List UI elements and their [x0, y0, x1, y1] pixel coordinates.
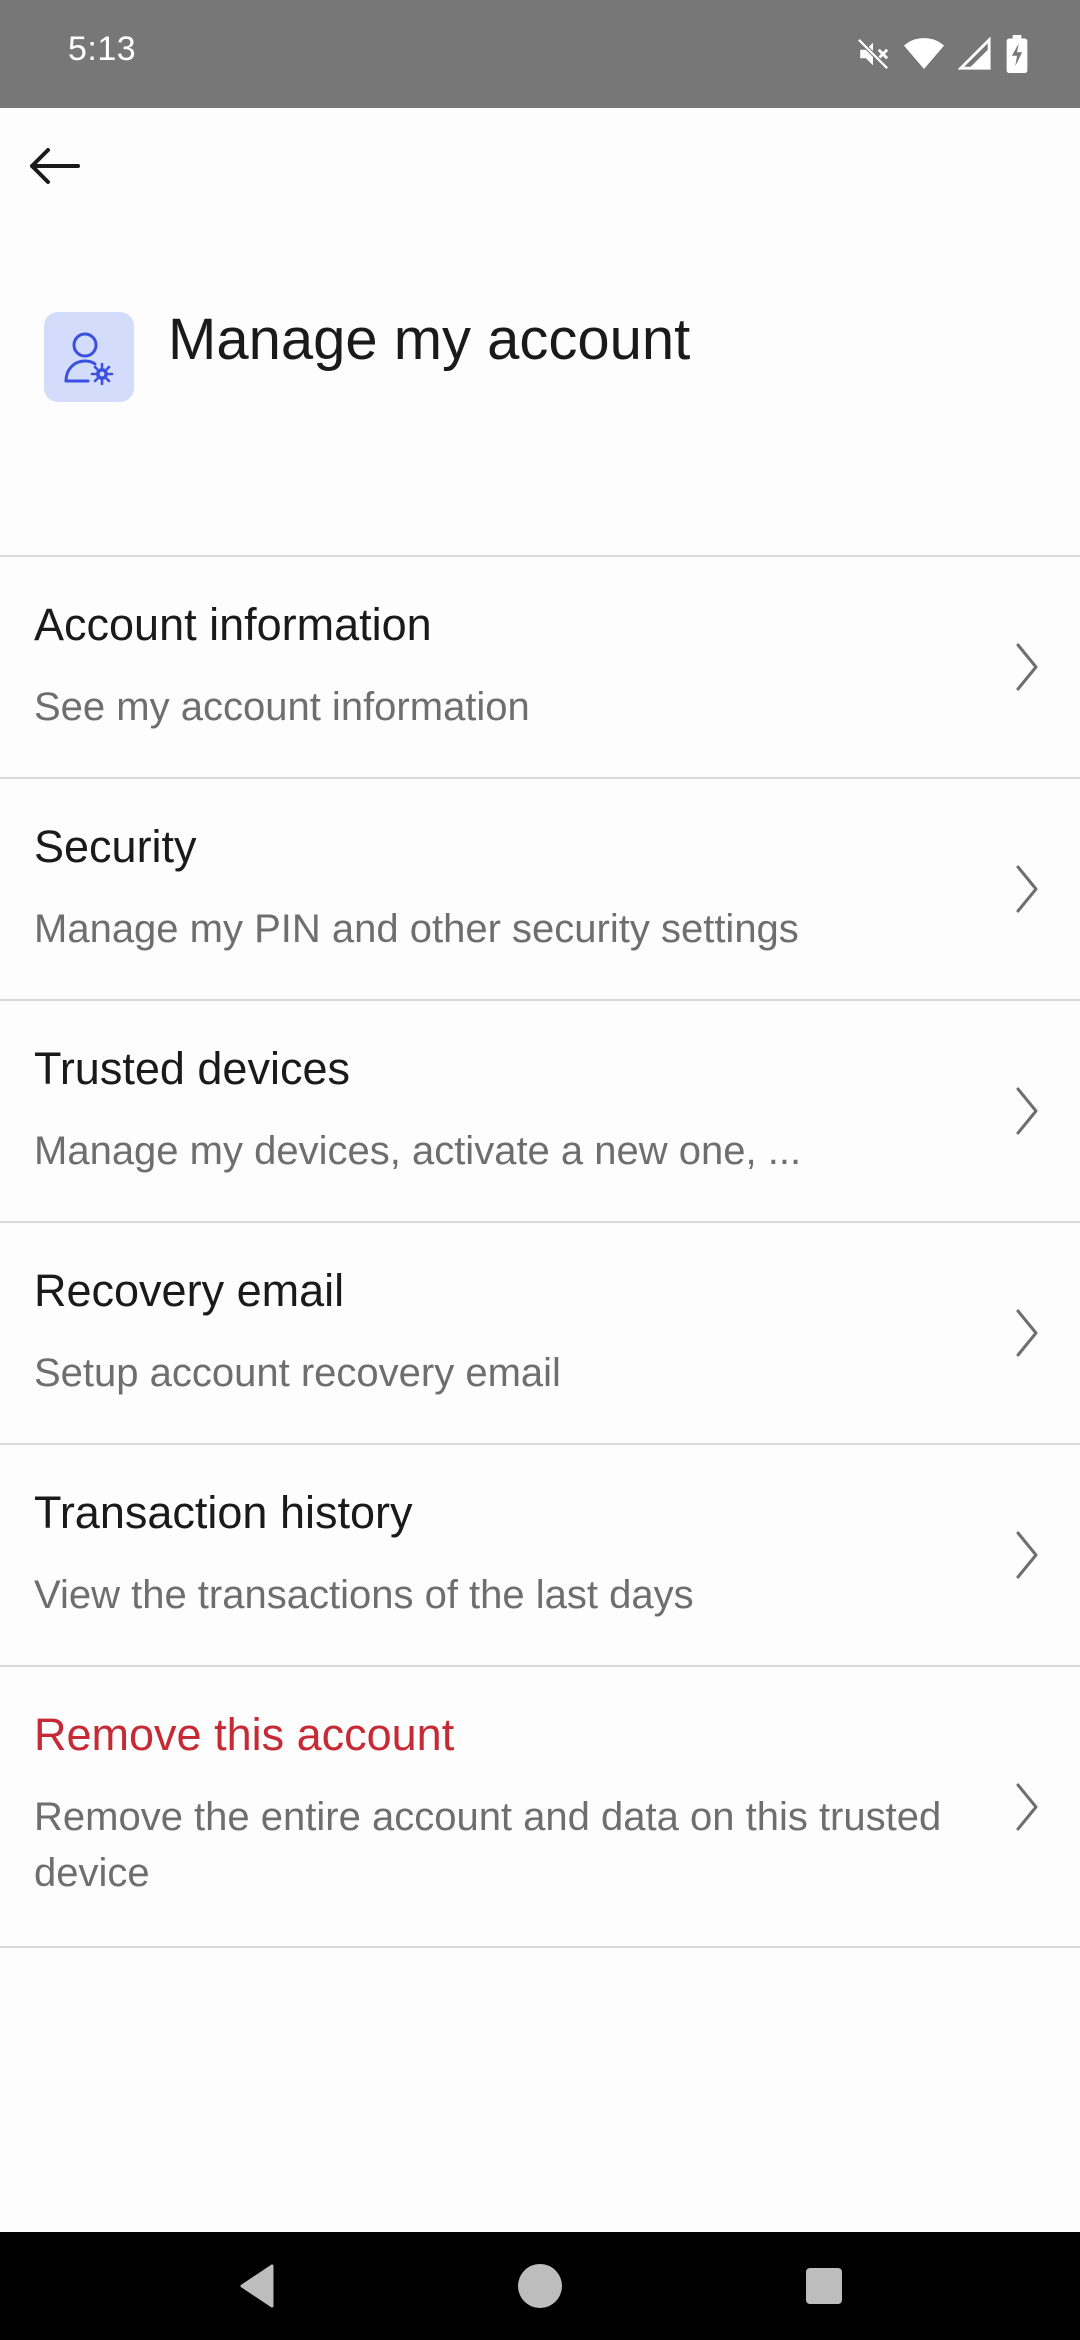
chevron-right-icon: [1016, 1783, 1038, 1830]
chevron-right-icon: [1016, 1309, 1038, 1357]
status-icons: [856, 32, 1028, 76]
menu-item-subtitle: Manage my PIN and other security setting…: [34, 907, 799, 951]
menu-item-title: Security: [34, 821, 197, 872]
menu-item-account-information[interactable]: Account information See my account infor…: [0, 557, 1080, 779]
chevron-right-icon: [1016, 865, 1038, 913]
account-menu-list: Account information See my account infor…: [0, 555, 1080, 1948]
header-icon-tile: [44, 312, 134, 402]
menu-item-transaction-history[interactable]: Transaction history View the transaction…: [0, 1445, 1080, 1667]
page-header: Manage my account: [0, 300, 1080, 410]
menu-item-security[interactable]: Security Manage my PIN and other securit…: [0, 779, 1080, 1001]
user-settings-icon: [64, 332, 114, 385]
mute-icon: [857, 38, 889, 70]
menu-item-subtitle: See my account information: [34, 685, 530, 729]
home-circle-icon[interactable]: [512, 2258, 568, 2314]
menu-item-title: Recovery email: [34, 1265, 345, 1316]
system-nav-bar: [0, 2232, 1080, 2340]
arrow-left-icon: [30, 148, 80, 184]
menu-item-title: Remove this account: [34, 1709, 455, 1760]
menu-item-recovery-email[interactable]: Recovery email Setup account recovery em…: [0, 1223, 1080, 1445]
status-time: 5:13: [68, 30, 137, 68]
app-bar: [0, 108, 1080, 232]
recents-square-icon[interactable]: [796, 2258, 852, 2314]
chevron-right-icon: [1016, 1531, 1038, 1579]
signal-icon: [958, 37, 991, 70]
chevron-right-icon: [1016, 643, 1038, 691]
menu-item-trusted-devices[interactable]: Trusted devices Manage my devices, activ…: [0, 1001, 1080, 1223]
menu-item-remove-account[interactable]: Remove this account Remove the entire ac…: [0, 1667, 1080, 1948]
menu-item-subtitle: Manage my devices, activate a new one, .…: [34, 1129, 802, 1173]
page-title: Manage my account: [168, 307, 691, 372]
menu-item-title: Transaction history: [34, 1487, 413, 1538]
menu-item-subtitle: View the transactions of the last days: [34, 1573, 694, 1617]
chevron-right-icon: [1016, 1087, 1038, 1135]
back-triangle-icon[interactable]: [232, 2258, 288, 2314]
menu-item-subtitle: Remove the entire account and data on th…: [34, 1795, 942, 1895]
wifi-icon: [904, 38, 944, 69]
back-button[interactable]: [18, 130, 90, 202]
battery-charging-icon: [1006, 35, 1028, 73]
status-bar: 5:13: [0, 0, 1080, 108]
menu-item-subtitle: Setup account recovery email: [34, 1351, 561, 1395]
menu-item-title: Account information: [34, 599, 432, 650]
menu-item-title: Trusted devices: [34, 1043, 350, 1094]
